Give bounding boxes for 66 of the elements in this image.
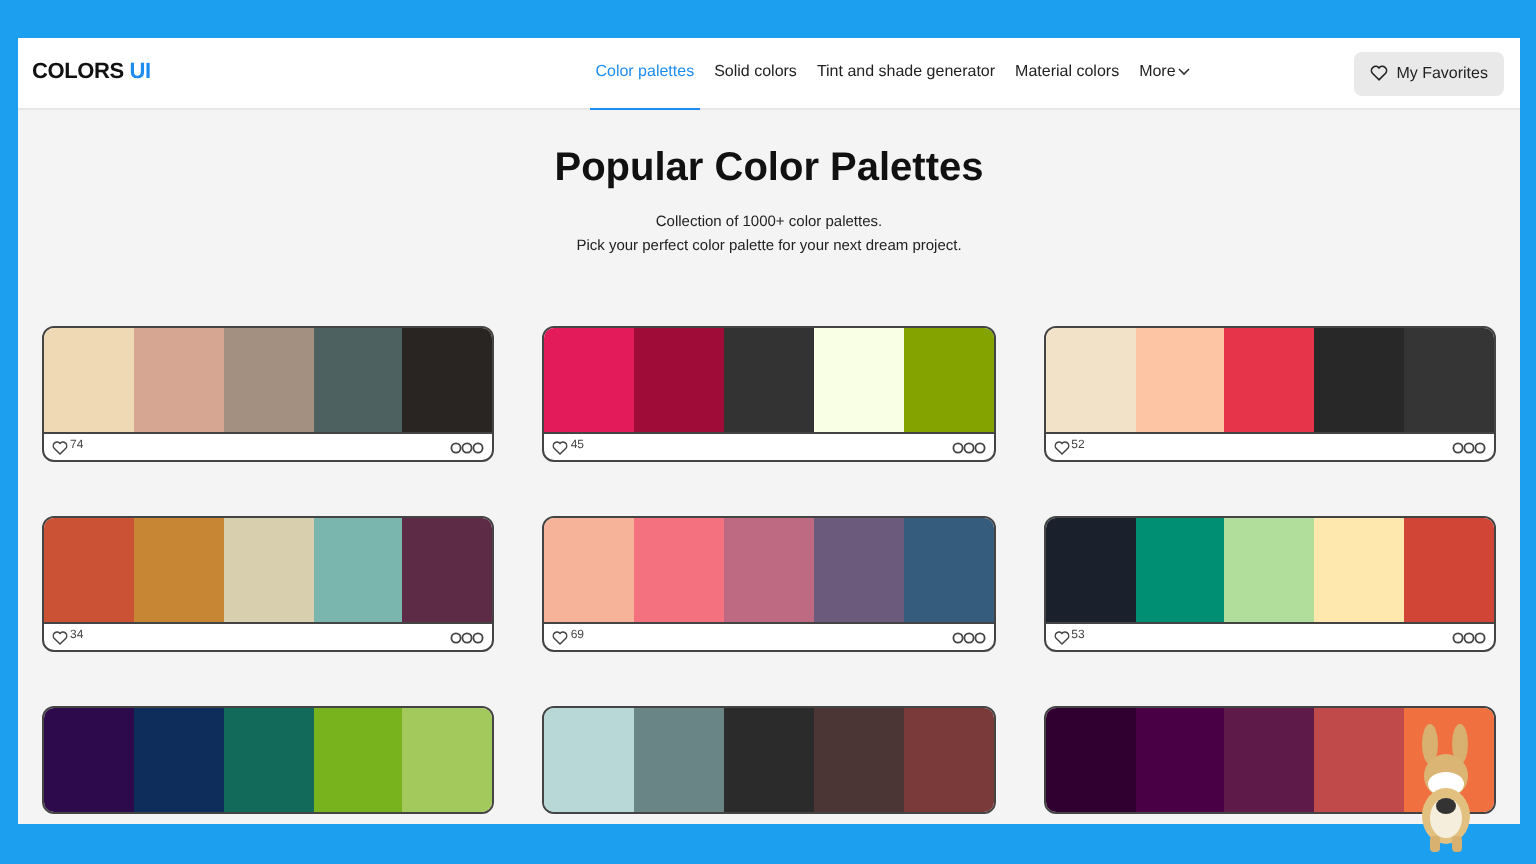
more-options-icon[interactable] xyxy=(1451,441,1486,453)
color-swatch[interactable] xyxy=(133,328,224,432)
color-swatch[interactable] xyxy=(634,708,725,812)
color-swatch[interactable] xyxy=(1314,328,1405,432)
color-swatch[interactable] xyxy=(1045,708,1136,812)
nav-link[interactable]: Material colors xyxy=(1009,38,1126,109)
heart-icon[interactable] xyxy=(552,629,569,645)
color-swatch[interactable] xyxy=(402,328,493,432)
heart-icon[interactable] xyxy=(52,439,68,455)
color-swatch[interactable] xyxy=(44,708,134,812)
color-swatch[interactable] xyxy=(133,708,224,812)
more-options-icon[interactable] xyxy=(951,631,986,643)
color-swatch[interactable] xyxy=(724,518,814,622)
color-swatch[interactable] xyxy=(313,328,403,432)
color-swatch[interactable] xyxy=(1045,328,1136,432)
color-swatch[interactable] xyxy=(223,328,314,432)
heart-icon[interactable] xyxy=(552,439,569,455)
nav-link[interactable]: Tint and shade generator xyxy=(810,38,1002,109)
nav-link[interactable]: Solid colors xyxy=(708,38,803,109)
color-swatch[interactable] xyxy=(1404,328,1494,432)
color-swatch[interactable] xyxy=(133,518,224,622)
caret-icon[interactable] xyxy=(1177,68,1190,76)
color-swatch[interactable] xyxy=(1314,708,1405,812)
favorites-button[interactable]: My Favorites xyxy=(1354,51,1504,95)
heart-icon[interactable] xyxy=(1370,64,1389,82)
nav-link[interactable]: Color palettes xyxy=(589,38,701,109)
color-swatch[interactable] xyxy=(903,328,994,432)
color-swatch[interactable] xyxy=(903,518,994,622)
color-swatch[interactable] xyxy=(402,518,493,622)
color-swatch[interactable] xyxy=(1135,518,1225,622)
color-swatch[interactable] xyxy=(813,518,904,622)
color-swatch[interactable] xyxy=(223,708,314,812)
color-swatch[interactable] xyxy=(544,518,635,622)
color-swatch[interactable] xyxy=(313,518,403,622)
more-options-icon[interactable] xyxy=(450,631,485,643)
more-options-icon[interactable] xyxy=(450,441,485,453)
page-title: Popular Color Palettes xyxy=(552,144,986,194)
heart-icon[interactable] xyxy=(1053,629,1070,645)
color-swatch[interactable] xyxy=(1224,708,1315,812)
color-swatch[interactable] xyxy=(544,708,635,812)
color-swatch[interactable] xyxy=(1224,518,1315,622)
color-swatch[interactable] xyxy=(724,708,814,812)
color-swatch[interactable] xyxy=(1135,328,1225,432)
heart-icon[interactable] xyxy=(1053,439,1070,455)
color-swatch[interactable] xyxy=(634,518,725,622)
more-options-icon[interactable] xyxy=(951,441,986,453)
heart-icon[interactable] xyxy=(52,629,68,645)
more-options-icon[interactable] xyxy=(1451,631,1486,643)
color-swatch[interactable] xyxy=(724,328,814,432)
color-swatch[interactable] xyxy=(813,328,904,432)
color-swatch[interactable] xyxy=(223,518,314,622)
color-swatch[interactable] xyxy=(813,708,904,812)
color-swatch[interactable] xyxy=(1404,518,1494,622)
color-swatch[interactable] xyxy=(402,708,493,812)
color-swatch[interactable] xyxy=(1224,328,1315,432)
color-swatch[interactable] xyxy=(544,328,635,432)
color-swatch[interactable] xyxy=(44,518,134,622)
nav-link[interactable]: More xyxy=(1133,38,1196,109)
logo[interactable]: COLORS UI xyxy=(32,56,151,90)
color-swatch[interactable] xyxy=(1314,518,1405,622)
color-swatch[interactable] xyxy=(44,328,134,432)
color-swatch[interactable] xyxy=(1045,518,1136,622)
color-swatch[interactable] xyxy=(634,328,725,432)
color-swatch[interactable] xyxy=(313,708,403,812)
color-swatch[interactable] xyxy=(903,708,994,812)
color-swatch[interactable] xyxy=(1135,708,1225,812)
